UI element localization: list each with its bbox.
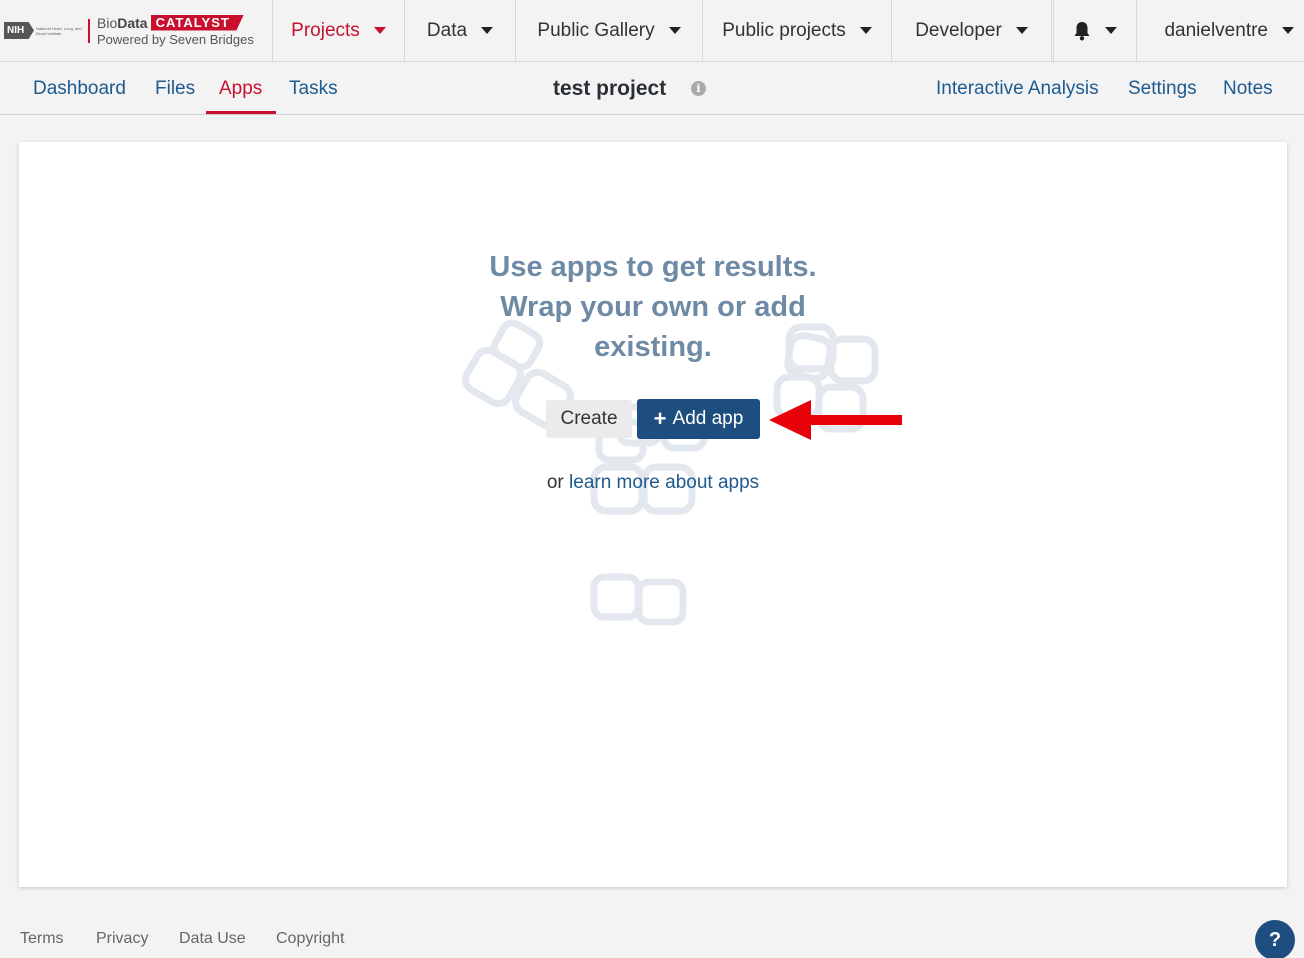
footer-privacy-link[interactable]: Privacy xyxy=(96,930,148,948)
tab-settings[interactable]: Settings xyxy=(1128,62,1197,115)
nav-public-gallery-label: Public Gallery xyxy=(537,19,655,41)
chevron-down-icon xyxy=(481,27,494,34)
footer-data-use-link[interactable]: Data Use xyxy=(179,930,246,948)
bell-icon xyxy=(1074,21,1090,40)
add-app-label: Add app xyxy=(672,408,744,429)
chevron-down-icon xyxy=(859,27,872,34)
nih-subtext: National Heart, Lung, and Blood Institut… xyxy=(36,25,82,36)
tab-files[interactable]: Files xyxy=(155,62,195,115)
nih-logo: NIH National Heart, Lung, and Blood Inst… xyxy=(4,22,82,39)
brand-text: BioData CATALYST Powered by Seven Bridge… xyxy=(97,14,254,47)
footer-copyright-link[interactable]: Copyright xyxy=(276,930,344,948)
user-name: danielventre xyxy=(1164,19,1268,41)
brand-powered-by: Powered by Seven Bridges xyxy=(97,31,254,47)
empty-state-line-2: Wrap your own or add xyxy=(500,291,806,323)
nav-public-projects[interactable]: Public projects xyxy=(703,0,892,61)
tab-notes[interactable]: Notes xyxy=(1223,62,1273,115)
brand-catalyst: CATALYST xyxy=(150,14,244,31)
learn-more-link[interactable]: learn more about apps xyxy=(569,472,759,493)
chevron-down-icon xyxy=(1105,27,1117,34)
brand-divider xyxy=(88,18,90,43)
project-title: test project xyxy=(553,77,667,100)
tab-apps[interactable]: Apps xyxy=(219,62,262,115)
user-menu[interactable]: danielventre xyxy=(1137,0,1304,61)
annotation-arrow-icon xyxy=(769,400,902,440)
nav-public-gallery[interactable]: Public Gallery xyxy=(516,0,703,61)
empty-state-line-1: Use apps to get results. xyxy=(489,251,817,283)
project-subnav: Dashboard Files Apps Tasks test project … xyxy=(0,62,1304,115)
chevron-down-icon xyxy=(1282,27,1294,34)
nav-data-label: Data xyxy=(426,19,468,41)
notifications-menu[interactable] xyxy=(1054,0,1137,61)
help-button[interactable]: ? xyxy=(1255,920,1295,958)
empty-state-line-3: existing. xyxy=(594,331,712,363)
apps-empty-state-card: Use apps to get results. Wrap your own o… xyxy=(19,142,1287,887)
top-navigation: NIH National Heart, Lung, and Blood Inst… xyxy=(0,0,1304,62)
chevron-down-icon xyxy=(1015,27,1028,34)
add-app-button[interactable]: + Add app xyxy=(637,399,760,439)
create-app-button[interactable]: Create xyxy=(546,400,632,438)
tab-dashboard[interactable]: Dashboard xyxy=(33,62,126,115)
info-icon[interactable]: i xyxy=(691,81,706,96)
nav-projects-label: Projects xyxy=(291,19,360,41)
nav-public-projects-label: Public projects xyxy=(722,19,846,41)
tab-interactive-analysis[interactable]: Interactive Analysis xyxy=(936,62,1099,115)
learn-more-line: or learn more about apps xyxy=(19,472,1287,494)
tab-tasks[interactable]: Tasks xyxy=(289,62,338,115)
chevron-down-icon xyxy=(373,27,386,34)
plus-icon: + xyxy=(653,406,667,431)
active-tab-indicator xyxy=(206,111,276,114)
nih-mark: NIH xyxy=(4,22,34,39)
brand-logo[interactable]: NIH National Heart, Lung, and Blood Inst… xyxy=(0,0,273,61)
brand-biodata: BioData xyxy=(97,14,148,31)
nav-developer[interactable]: Developer xyxy=(892,0,1054,61)
footer-terms-link[interactable]: Terms xyxy=(20,930,64,948)
nav-data[interactable]: Data xyxy=(405,0,516,61)
nav-projects[interactable]: Projects xyxy=(273,0,405,61)
empty-state-heading: Use apps to get results. Wrap your own o… xyxy=(19,247,1287,367)
learn-more-prefix: or xyxy=(546,472,564,493)
chevron-down-icon xyxy=(668,27,681,34)
nav-developer-label: Developer xyxy=(915,19,1002,41)
